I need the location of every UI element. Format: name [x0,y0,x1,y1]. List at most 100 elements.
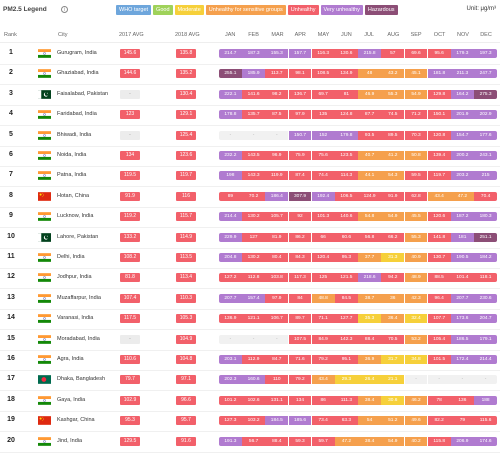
monthly-value-cell: 184.2 [474,253,497,262]
month-column-header-aug[interactable]: AUG [387,32,399,38]
monthly-value-cell: 48.8 [311,293,335,303]
table-row[interactable]: 11 Delhi, India 108.2 113.5 204.8 130.2 80.4 84… [0,247,500,269]
rank-number: 18 [7,395,15,403]
table-row[interactable]: 18 Gaya, India 102.9 96.6 101.2 102.6 131.1 134… [0,390,500,412]
table-row[interactable]: 1 Gurugram, India 145.6 135.8 214.7 187.3 155.… [0,43,500,65]
monthly-value-cell: 102.6 [242,395,265,405]
table-row[interactable]: 13 Muzaffarpur, India 107.4 110.3 207.7 157.4… [0,288,500,310]
monthly-value-cell: 89.7 [288,314,312,324]
rank-column-header[interactable]: Rank [4,32,17,38]
monthly-value-cell: 124.8 [335,110,358,120]
month-column-header-nov[interactable]: NOV [457,32,469,38]
table-row[interactable]: 5 Bhiwadi, India -125.4- - -150.7 152 179.8 93.… [0,125,500,147]
table-row[interactable]: 16 Agra, India 110.6 104.8 203.1 112.9 84.7 71.… [0,349,500,371]
city-name[interactable]: Gurugram, India [57,50,97,56]
city-column-header[interactable]: City [58,32,67,38]
india-flag-icon [38,110,51,120]
legend-chips: WHO target Good Moderate Unhealthy for sens… [116,5,398,15]
table-row[interactable]: 15 Moradabad, India -104.9- - -107.5 84.9 142.… [0,329,500,351]
monthly-value-cell: 186.5 [451,334,474,344]
city-name[interactable]: Ghaziabad, India [57,70,99,76]
table-row[interactable]: 4 Faridabad, India 123 129.1 178.8 135.7 87.5 9… [0,104,500,127]
monthly-value-cell: 32.4 [404,314,428,324]
monthly-value-cell: 177.6 [474,130,497,140]
city-name[interactable]: Bhiwadi, India [57,132,91,138]
monthly-value-cell: 82.2 [427,416,451,426]
city-name[interactable]: Patna, India [57,172,86,178]
city-name[interactable]: Kashgar, China [57,417,95,423]
month-column-header-apr[interactable]: APR [295,32,306,38]
table-row[interactable]: 20 Jind, India 129.5 91.6 191.3 56.7 88.4 59.3 5… [0,431,500,453]
monthly-value-cell: 192.4 [311,191,335,201]
monthly-value-cell: 139.4 [427,151,451,160]
table-row[interactable]: 2 Ghaziabad, India 144.6 135.2 255.1 185.9 113… [0,63,500,86]
rank-number: 12 [7,273,15,281]
monthly-value-cell: 255.1 [219,69,242,79]
info-icon[interactable]: i [61,6,68,13]
month-column-header-may[interactable]: MAY [318,32,330,38]
city-name[interactable]: Muzaffarpur, India [57,295,101,301]
monthly-value-cell: 127.7 [335,314,358,324]
monthly-value-cell: 190.5 [451,253,474,262]
monthly-value-cell: 136.9 [219,314,242,324]
monthly-value-cell: 115.8 [427,436,451,446]
city-name[interactable]: Noida, India [57,152,86,158]
avg-2018-value: 110.3 [176,293,196,303]
table-row[interactable]: 9 Lucknow, India 119.2 115.7 214.4 130.2 105.7… [0,206,500,229]
india-flag-icon [38,355,51,364]
table-row[interactable]: 7 Patna, India 119.5 119.7 198 143.3 119.9 87.4… [0,165,500,188]
city-name[interactable]: Delhi, India [57,254,85,260]
city-name[interactable]: Faridabad, India [57,111,97,117]
table-row[interactable]: 10 Lahore, Pakistan 133.2 114.9 229.9 127 81.9… [0,227,500,249]
table-row[interactable]: 6 Noida, India 134 123.6 232.2 143.5 96.9 75.9 7… [0,145,500,167]
monthly-value-cell: 107.7 [427,314,451,324]
city-name[interactable]: Varanasi, India [57,315,93,321]
monthly-value-cell: 66 [311,232,335,242]
city-name[interactable]: Jind, India [57,438,82,444]
city-name[interactable]: Agra, India [57,356,84,362]
monthly-value-cell: 42.3 [404,293,428,303]
month-column-header-feb[interactable]: FEB [248,32,259,38]
avg-2018-column-header[interactable]: 2018 AVG [175,32,200,38]
month-column-header-oct[interactable]: OCT [434,32,446,38]
city-name[interactable]: Lahore, Pakistan [57,234,98,240]
monthly-value-cell: 130.7 [427,253,451,262]
monthly-value-cell: 69.6 [404,49,428,58]
avg-2017-value: 133.2 [120,232,140,242]
monthly-value-cell: 35.3 [358,314,381,324]
city-name[interactable]: Lucknow, India [57,213,93,219]
city-name[interactable]: Hotan, China [57,193,89,199]
monthly-value-cell: 119.9 [265,171,289,181]
table-row[interactable]: 12 Jodhpur, India 81.8 113.4 127.2 112.8 103.8… [0,267,500,290]
india-flag-icon [38,395,51,405]
monthly-value-cell: 66.2 [381,232,405,242]
city-name[interactable]: Moradabad, India [57,336,100,342]
rank-number: 19 [7,416,15,424]
month-column-header-sep[interactable]: SEP [411,32,422,38]
monthly-value-cell: 230.6 [474,293,497,303]
month-column-header-jul[interactable]: JUL [364,32,374,38]
monthly-value-cell: 38.4 [358,395,381,405]
legend-chip: Unhealthy for sensitive groups [205,5,286,15]
monthly-value-cell: 118.1 [474,273,497,283]
city-name[interactable]: Jodhpur, India [57,274,92,280]
table-row[interactable]: 19 Kashgar, China 95.3 95.7 127.3 103.2 184.5 1… [0,410,500,433]
table-row[interactable]: 17 Dhaka, Bangladesh 79.7 97.1 202.3 160.6 110… [0,369,500,392]
month-column-header-jun[interactable]: JUN [341,32,352,38]
month-column-header-jan[interactable]: JAN [225,32,235,38]
monthly-value-cell: 143.3 [242,171,265,181]
monthly-value-cell: 135.7 [242,110,265,120]
city-name[interactable]: Gaya, India [57,397,85,403]
monthly-value-cell: 70.5 [381,334,405,344]
avg-2017-column-header[interactable]: 2017 AVG [119,32,144,38]
monthly-value-cell: 54.9 [381,436,405,446]
monthly-value-cell: 106.5 [335,191,358,201]
table-row[interactable]: 8 Hotan, China 91.9 116 89 70.2 186.4 307.9 192.… [0,186,500,208]
monthly-value-cell: 121.1 [242,314,265,324]
city-name[interactable]: Dhaka, Bangladesh [57,376,105,382]
table-row[interactable]: 14 Varanasi, India 117.5 105.3 136.9 121.1 106… [0,308,500,331]
city-name[interactable]: Faisalabad, Pakistan [57,91,108,97]
month-column-header-dec[interactable]: DEC [480,32,492,38]
table-row[interactable]: 3 Faisalabad, Pakistan - 130.4 222.1 141.6 98.… [0,84,500,106]
month-column-header-mar[interactable]: MAR [271,32,283,38]
